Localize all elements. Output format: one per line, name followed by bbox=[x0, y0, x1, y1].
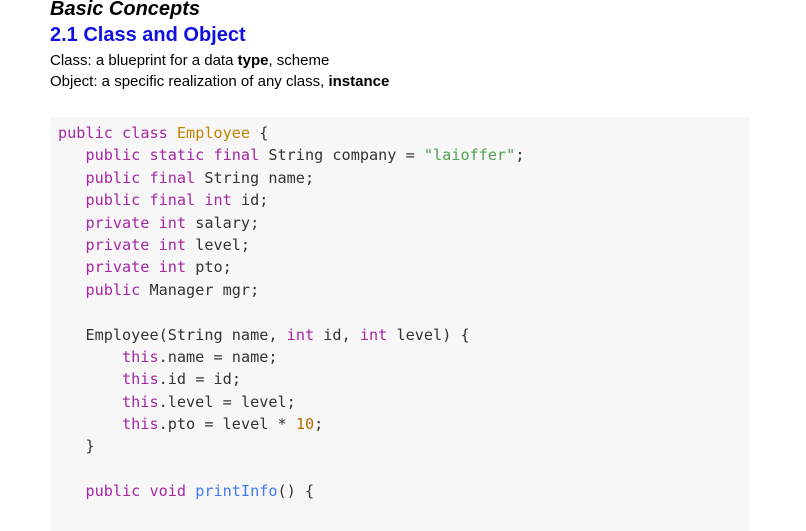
code-line: } bbox=[85, 437, 95, 456]
code-line: public final String name; bbox=[85, 168, 315, 187]
class-definition: Class: a blueprint for a data type, sche… bbox=[50, 52, 329, 69]
code-line: this.id = id; bbox=[122, 370, 241, 389]
code-line: this.name = name; bbox=[122, 347, 278, 366]
code-line: private int pto; bbox=[85, 258, 232, 277]
code-line: public void printInfo() { bbox=[85, 482, 315, 501]
object-definition: Object: a specific realization of any cl… bbox=[50, 73, 389, 90]
class-definition-prefix: Class: a blueprint for a data bbox=[50, 52, 238, 69]
code-line: this.level = level; bbox=[122, 392, 296, 411]
class-definition-bold: type bbox=[237, 52, 269, 69]
code-line: this.pto = level * 10; bbox=[122, 415, 324, 434]
section-title: Basic Concepts bbox=[50, 0, 201, 20]
object-definition-prefix: Object: a specific realization of any cl… bbox=[50, 73, 329, 90]
object-definition-bold: instance bbox=[328, 73, 390, 90]
code-line: private int salary; bbox=[85, 213, 260, 232]
class-definition-suffix: , scheme bbox=[268, 52, 330, 69]
code-line: public static final String company = "la… bbox=[85, 146, 525, 165]
section-subtitle: 2.1 Class and Object bbox=[50, 24, 246, 46]
code-block: public class Employee { public static fi… bbox=[50, 117, 750, 531]
code-line: public class Employee { bbox=[58, 124, 269, 142]
code-line: public Manager mgr; bbox=[85, 280, 260, 299]
code-line: Employee(String name, int id, int level)… bbox=[85, 325, 470, 344]
code-line: private int level; bbox=[85, 235, 251, 254]
code-listing: public class Employee { public static fi… bbox=[58, 122, 524, 503]
code-line: public final int id; bbox=[85, 191, 269, 210]
